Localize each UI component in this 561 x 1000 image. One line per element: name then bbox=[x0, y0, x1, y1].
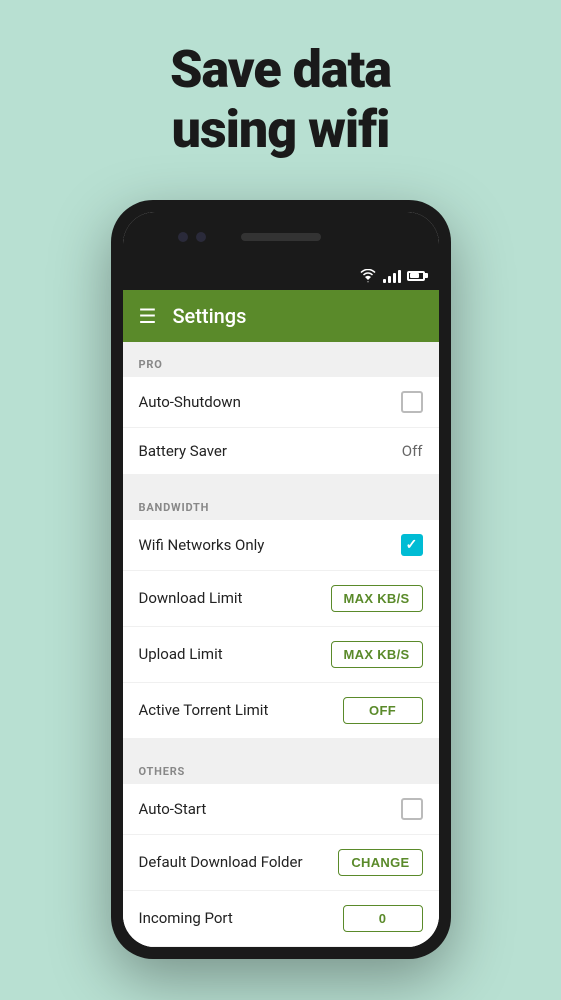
divider-1 bbox=[123, 475, 439, 485]
incoming-port-label: Incoming Port bbox=[139, 909, 233, 927]
upload-limit-label: Upload Limit bbox=[139, 645, 223, 663]
download-limit-button[interactable]: MAX KB/S bbox=[331, 585, 423, 612]
signal-bar-1 bbox=[383, 279, 386, 283]
setting-active-torrent-limit: Active Torrent Limit OFF bbox=[123, 683, 439, 739]
phone-top-bar bbox=[123, 212, 439, 262]
signal-bar-2 bbox=[388, 276, 391, 283]
signal-bar-4 bbox=[398, 270, 401, 283]
auto-shutdown-checkbox[interactable] bbox=[401, 391, 423, 413]
wifi-networks-label: Wifi Networks Only bbox=[139, 536, 265, 554]
setting-upload-limit: Upload Limit MAX KB/S bbox=[123, 627, 439, 683]
battery-saver-value: Off bbox=[402, 442, 423, 460]
wifi-networks-checkbox[interactable]: ✓ bbox=[401, 534, 423, 556]
signal-bars-icon bbox=[383, 269, 401, 283]
change-folder-button[interactable]: CHANGE bbox=[338, 849, 422, 876]
active-torrent-label: Active Torrent Limit bbox=[139, 701, 269, 719]
auto-start-label: Auto-Start bbox=[139, 800, 207, 818]
phone: ☰ Settings PRO Auto-Shutdown Battery Sav… bbox=[111, 200, 451, 959]
setting-auto-shutdown: Auto-Shutdown bbox=[123, 377, 439, 428]
settings-content: PRO Auto-Shutdown Battery Saver Off BAND… bbox=[123, 342, 439, 947]
section-header-pro: PRO bbox=[123, 342, 439, 377]
default-download-folder-label: Default Download Folder bbox=[139, 853, 303, 871]
setting-download-limit: Download Limit MAX KB/S bbox=[123, 571, 439, 627]
incoming-port-button[interactable]: 0 bbox=[343, 905, 423, 932]
auto-shutdown-label: Auto-Shutdown bbox=[139, 393, 241, 411]
toolbar-title: Settings bbox=[172, 304, 246, 328]
phone-screen: ☰ Settings PRO Auto-Shutdown Battery Sav… bbox=[123, 212, 439, 947]
setting-battery-saver: Battery Saver Off bbox=[123, 428, 439, 475]
hero-title: Save data using wifi bbox=[60, 40, 501, 160]
active-torrent-button[interactable]: OFF bbox=[343, 697, 423, 724]
status-bar bbox=[123, 262, 439, 290]
battery-fill bbox=[410, 273, 420, 278]
download-limit-label: Download Limit bbox=[139, 589, 243, 607]
app-toolbar: ☰ Settings bbox=[123, 290, 439, 342]
speaker bbox=[241, 233, 321, 241]
battery-icon bbox=[407, 271, 425, 281]
camera-dot-1 bbox=[178, 232, 188, 242]
setting-incoming-port: Incoming Port 0 bbox=[123, 891, 439, 947]
camera-dot-2 bbox=[196, 232, 206, 242]
signal-bar-3 bbox=[393, 273, 396, 283]
hero-section: Save data using wifi bbox=[0, 0, 561, 190]
phone-wrapper: ☰ Settings PRO Auto-Shutdown Battery Sav… bbox=[0, 200, 561, 959]
camera-dots bbox=[178, 232, 206, 242]
auto-start-checkbox[interactable] bbox=[401, 798, 423, 820]
upload-limit-button[interactable]: MAX KB/S bbox=[331, 641, 423, 668]
setting-wifi-networks-only: Wifi Networks Only ✓ bbox=[123, 520, 439, 571]
divider-2 bbox=[123, 739, 439, 749]
section-header-bandwidth: BANDWIDTH bbox=[123, 485, 439, 520]
setting-auto-start: Auto-Start bbox=[123, 784, 439, 835]
section-header-others: OTHERS bbox=[123, 749, 439, 784]
menu-icon[interactable]: ☰ bbox=[139, 306, 157, 326]
setting-default-download-folder: Default Download Folder CHANGE bbox=[123, 835, 439, 891]
wifi-icon bbox=[359, 269, 377, 283]
battery-saver-label: Battery Saver bbox=[139, 442, 227, 460]
